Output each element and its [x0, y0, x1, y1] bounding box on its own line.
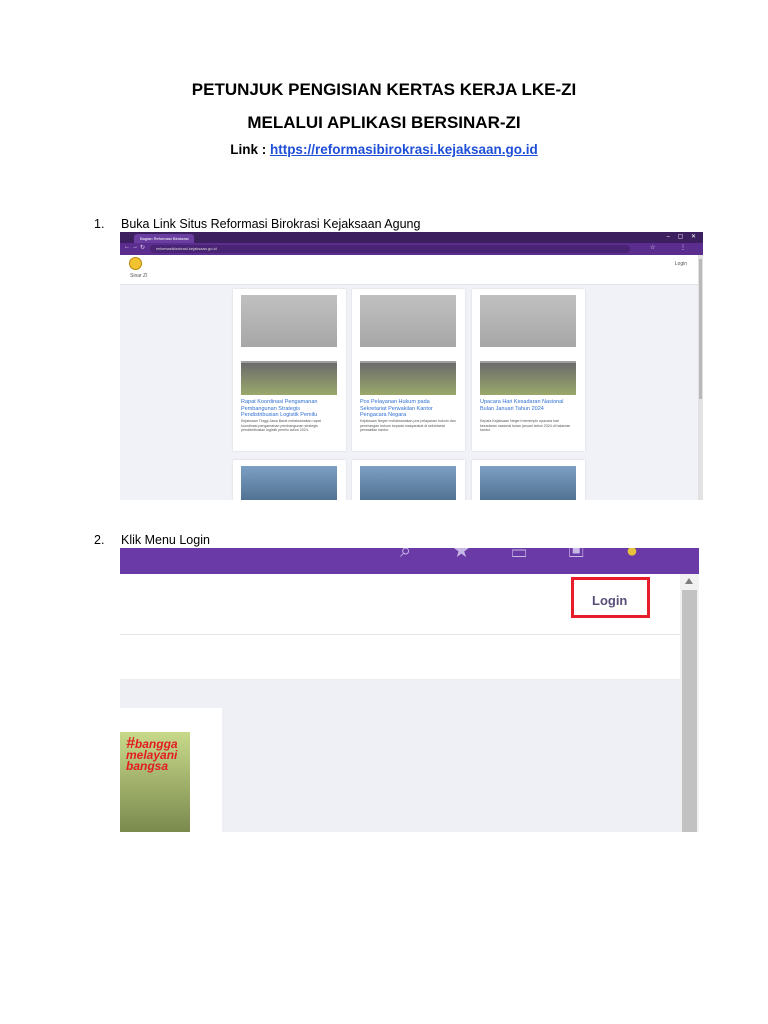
- news-photo[interactable]: #bangga melayani bangsa: [120, 732, 190, 832]
- step-text: Klik Menu Login: [121, 533, 210, 547]
- news-image: [360, 466, 456, 500]
- news-title[interactable]: Pos Pelayanan Hukum pada Sekretariat Per…: [360, 399, 456, 419]
- link-label: Link :: [230, 142, 270, 157]
- news-image: [480, 295, 576, 395]
- menu-dots-icon[interactable]: ⋮: [680, 244, 686, 251]
- window-controls-icon[interactable]: – ▢ ✕: [667, 233, 699, 240]
- news-excerpt: Kejaksaan Negeri melaksanakan pos pelaya…: [360, 419, 456, 433]
- url-field[interactable]: reformasibirokrasi.kejaksaan.go.id: [150, 245, 630, 253]
- forward-icon[interactable]: →: [132, 244, 138, 250]
- login-link[interactable]: Login: [675, 261, 687, 267]
- news-image: [480, 466, 576, 500]
- news-title[interactable]: Upacara Hari Kesadaran Nasional Bulan Ja…: [480, 399, 576, 412]
- back-icon[interactable]: ←: [124, 244, 130, 250]
- scroll-up-icon[interactable]: [685, 578, 693, 584]
- news-title[interactable]: Rapat Koordinasi Pengamanan Pembangunan …: [241, 399, 337, 419]
- step-2: 2. Klik Menu Login: [94, 533, 210, 547]
- browser-screenshot-login-zoom: ⌕★▭▣● Login #bangga melayani bangsa: [120, 548, 699, 832]
- site-logo[interactable]: [129, 257, 142, 270]
- step-number: 2.: [94, 533, 105, 547]
- step-number: 1.: [94, 217, 105, 231]
- step-1: 1. Buka Link Situs Reformasi Birokrasi Ke…: [94, 217, 420, 231]
- star-icon[interactable]: ☆: [650, 244, 655, 251]
- news-card[interactable]: [233, 460, 346, 500]
- site-link[interactable]: https://reformasibirokrasi.kejaksaan.go.…: [270, 142, 538, 157]
- news-excerpt: Kepala Kejaksaan Negeri memimpin upacara…: [480, 419, 571, 433]
- site-brand: Sinar ZI: [130, 273, 148, 279]
- window-icon[interactable]: ▣: [569, 548, 626, 562]
- toolbar-icons: ⌕★▭▣●: [400, 548, 680, 563]
- document-subtitle: MELALUI APLIKASI BERSINAR-ZI: [247, 113, 521, 132]
- browser-tab-bar: Bagian Reformasi Birokrasi – ▢ ✕: [120, 232, 703, 243]
- star-icon[interactable]: ★: [453, 548, 511, 562]
- news-card[interactable]: [472, 460, 585, 500]
- document-title: PETUNJUK PENGISIAN KERTAS KERJA LKE-ZI: [191, 80, 577, 99]
- header-band: [120, 635, 680, 680]
- browser-tab[interactable]: Bagian Reformasi Birokrasi: [134, 234, 194, 243]
- scrollbar[interactable]: [698, 255, 703, 500]
- highlight-box: [571, 577, 650, 618]
- tab-icon[interactable]: ▭: [511, 548, 568, 562]
- search-icon[interactable]: ⌕: [400, 548, 453, 562]
- site-header: Sinar ZI Login: [120, 255, 703, 285]
- news-card[interactable]: Pos Pelayanan Hukum pada Sekretariat Per…: [352, 289, 465, 451]
- address-bar: ← → ↻ reformasibirokrasi.kejaksaan.go.id…: [120, 243, 703, 255]
- news-excerpt: Kejaksaan Tinggi Jawa Barat melaksanakan…: [241, 419, 321, 433]
- news-card[interactable]: Upacara Hari Kesadaran Nasional Bulan Ja…: [472, 289, 585, 451]
- news-image: [241, 466, 337, 500]
- step-text: Buka Link Situs Reformasi Birokrasi Keja…: [121, 217, 421, 231]
- scrollbar-thumb[interactable]: [699, 259, 702, 399]
- profile-icon[interactable]: ●: [626, 548, 680, 562]
- browser-toolbar: ⌕★▭▣●: [120, 548, 699, 574]
- browser-screenshot-homepage: Bagian Reformasi Birokrasi – ▢ ✕ ← → ↻ r…: [120, 232, 703, 500]
- news-image: [241, 295, 337, 395]
- scrollbar-thumb[interactable]: [682, 590, 697, 832]
- link-line: Link : https://reformasibirokrasi.kejaks…: [0, 142, 768, 157]
- photo-caption: #bangga melayani bangsa: [126, 735, 178, 773]
- news-image: [360, 295, 456, 395]
- news-card[interactable]: Rapat Koordinasi Pengamanan Pembangunan …: [233, 289, 346, 451]
- reload-icon[interactable]: ↻: [140, 244, 145, 251]
- scrollbar[interactable]: [680, 574, 699, 832]
- news-card[interactable]: [352, 460, 465, 500]
